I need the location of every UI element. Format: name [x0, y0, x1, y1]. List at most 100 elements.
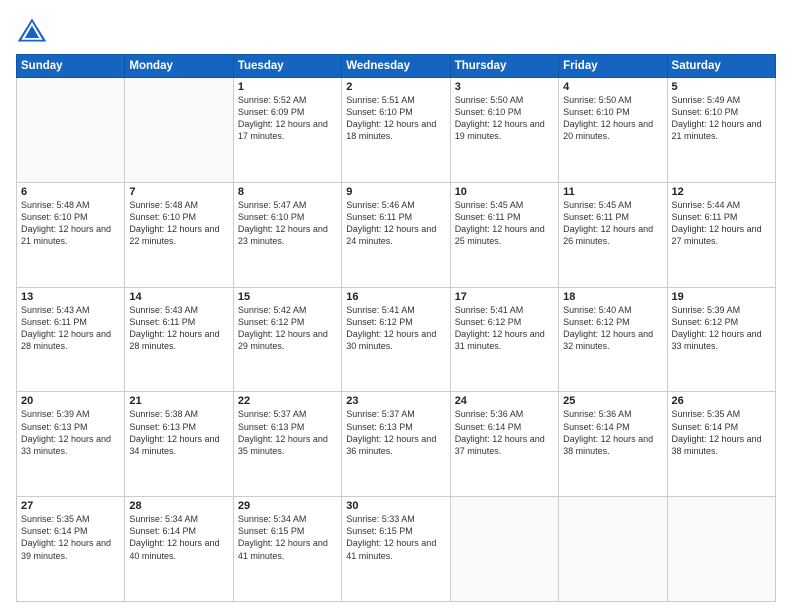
header-cell-friday: Friday	[559, 55, 667, 78]
day-cell: 19Sunrise: 5:39 AM Sunset: 6:12 PM Dayli…	[667, 287, 775, 392]
day-info: Sunrise: 5:34 AM Sunset: 6:14 PM Dayligh…	[129, 513, 228, 562]
day-info: Sunrise: 5:44 AM Sunset: 6:11 PM Dayligh…	[672, 199, 771, 248]
day-info: Sunrise: 5:50 AM Sunset: 6:10 PM Dayligh…	[563, 94, 662, 143]
header-row: SundayMondayTuesdayWednesdayThursdayFrid…	[17, 55, 776, 78]
day-cell	[667, 497, 775, 602]
day-number: 24	[455, 395, 554, 407]
day-cell: 14Sunrise: 5:43 AM Sunset: 6:11 PM Dayli…	[125, 287, 233, 392]
day-cell: 7Sunrise: 5:48 AM Sunset: 6:10 PM Daylig…	[125, 182, 233, 287]
day-cell: 5Sunrise: 5:49 AM Sunset: 6:10 PM Daylig…	[667, 78, 775, 183]
day-info: Sunrise: 5:41 AM Sunset: 6:12 PM Dayligh…	[455, 304, 554, 353]
day-info: Sunrise: 5:35 AM Sunset: 6:14 PM Dayligh…	[672, 408, 771, 457]
day-info: Sunrise: 5:37 AM Sunset: 6:13 PM Dayligh…	[346, 408, 445, 457]
day-cell	[450, 497, 558, 602]
calendar-header: SundayMondayTuesdayWednesdayThursdayFrid…	[17, 55, 776, 78]
day-info: Sunrise: 5:35 AM Sunset: 6:14 PM Dayligh…	[21, 513, 120, 562]
day-info: Sunrise: 5:39 AM Sunset: 6:13 PM Dayligh…	[21, 408, 120, 457]
day-cell: 2Sunrise: 5:51 AM Sunset: 6:10 PM Daylig…	[342, 78, 450, 183]
day-cell: 17Sunrise: 5:41 AM Sunset: 6:12 PM Dayli…	[450, 287, 558, 392]
day-info: Sunrise: 5:49 AM Sunset: 6:10 PM Dayligh…	[672, 94, 771, 143]
day-number: 12	[672, 186, 771, 198]
day-cell: 24Sunrise: 5:36 AM Sunset: 6:14 PM Dayli…	[450, 392, 558, 497]
day-cell: 10Sunrise: 5:45 AM Sunset: 6:11 PM Dayli…	[450, 182, 558, 287]
day-number: 8	[238, 186, 337, 198]
day-number: 6	[21, 186, 120, 198]
day-number: 7	[129, 186, 228, 198]
day-cell: 20Sunrise: 5:39 AM Sunset: 6:13 PM Dayli…	[17, 392, 125, 497]
day-cell: 9Sunrise: 5:46 AM Sunset: 6:11 PM Daylig…	[342, 182, 450, 287]
day-number: 14	[129, 291, 228, 303]
day-cell	[559, 497, 667, 602]
day-number: 27	[21, 500, 120, 512]
week-row-4: 20Sunrise: 5:39 AM Sunset: 6:13 PM Dayli…	[17, 392, 776, 497]
day-info: Sunrise: 5:42 AM Sunset: 6:12 PM Dayligh…	[238, 304, 337, 353]
day-number: 10	[455, 186, 554, 198]
day-info: Sunrise: 5:40 AM Sunset: 6:12 PM Dayligh…	[563, 304, 662, 353]
day-cell: 25Sunrise: 5:36 AM Sunset: 6:14 PM Dayli…	[559, 392, 667, 497]
day-cell: 6Sunrise: 5:48 AM Sunset: 6:10 PM Daylig…	[17, 182, 125, 287]
day-cell: 29Sunrise: 5:34 AM Sunset: 6:15 PM Dayli…	[233, 497, 341, 602]
day-info: Sunrise: 5:50 AM Sunset: 6:10 PM Dayligh…	[455, 94, 554, 143]
week-row-3: 13Sunrise: 5:43 AM Sunset: 6:11 PM Dayli…	[17, 287, 776, 392]
calendar-body: 1Sunrise: 5:52 AM Sunset: 6:09 PM Daylig…	[17, 78, 776, 602]
day-cell: 3Sunrise: 5:50 AM Sunset: 6:10 PM Daylig…	[450, 78, 558, 183]
day-number: 4	[563, 81, 662, 93]
week-row-1: 1Sunrise: 5:52 AM Sunset: 6:09 PM Daylig…	[17, 78, 776, 183]
day-cell: 11Sunrise: 5:45 AM Sunset: 6:11 PM Dayli…	[559, 182, 667, 287]
day-cell: 26Sunrise: 5:35 AM Sunset: 6:14 PM Dayli…	[667, 392, 775, 497]
day-number: 17	[455, 291, 554, 303]
page: SundayMondayTuesdayWednesdayThursdayFrid…	[0, 0, 792, 612]
day-number: 16	[346, 291, 445, 303]
header	[16, 16, 776, 44]
day-info: Sunrise: 5:41 AM Sunset: 6:12 PM Dayligh…	[346, 304, 445, 353]
day-cell: 13Sunrise: 5:43 AM Sunset: 6:11 PM Dayli…	[17, 287, 125, 392]
week-row-2: 6Sunrise: 5:48 AM Sunset: 6:10 PM Daylig…	[17, 182, 776, 287]
header-cell-saturday: Saturday	[667, 55, 775, 78]
day-number: 28	[129, 500, 228, 512]
day-cell: 23Sunrise: 5:37 AM Sunset: 6:13 PM Dayli…	[342, 392, 450, 497]
day-number: 3	[455, 81, 554, 93]
day-info: Sunrise: 5:36 AM Sunset: 6:14 PM Dayligh…	[455, 408, 554, 457]
day-number: 22	[238, 395, 337, 407]
day-number: 20	[21, 395, 120, 407]
day-cell: 21Sunrise: 5:38 AM Sunset: 6:13 PM Dayli…	[125, 392, 233, 497]
day-info: Sunrise: 5:52 AM Sunset: 6:09 PM Dayligh…	[238, 94, 337, 143]
header-cell-monday: Monday	[125, 55, 233, 78]
day-info: Sunrise: 5:43 AM Sunset: 6:11 PM Dayligh…	[129, 304, 228, 353]
day-info: Sunrise: 5:43 AM Sunset: 6:11 PM Dayligh…	[21, 304, 120, 353]
day-number: 2	[346, 81, 445, 93]
day-info: Sunrise: 5:48 AM Sunset: 6:10 PM Dayligh…	[21, 199, 120, 248]
day-number: 9	[346, 186, 445, 198]
day-info: Sunrise: 5:36 AM Sunset: 6:14 PM Dayligh…	[563, 408, 662, 457]
header-cell-wednesday: Wednesday	[342, 55, 450, 78]
header-cell-sunday: Sunday	[17, 55, 125, 78]
day-number: 29	[238, 500, 337, 512]
day-number: 23	[346, 395, 445, 407]
day-cell	[17, 78, 125, 183]
day-info: Sunrise: 5:34 AM Sunset: 6:15 PM Dayligh…	[238, 513, 337, 562]
day-number: 26	[672, 395, 771, 407]
day-number: 15	[238, 291, 337, 303]
logo	[16, 16, 52, 44]
day-info: Sunrise: 5:47 AM Sunset: 6:10 PM Dayligh…	[238, 199, 337, 248]
day-info: Sunrise: 5:45 AM Sunset: 6:11 PM Dayligh…	[455, 199, 554, 248]
day-info: Sunrise: 5:45 AM Sunset: 6:11 PM Dayligh…	[563, 199, 662, 248]
day-cell: 28Sunrise: 5:34 AM Sunset: 6:14 PM Dayli…	[125, 497, 233, 602]
day-cell: 4Sunrise: 5:50 AM Sunset: 6:10 PM Daylig…	[559, 78, 667, 183]
day-info: Sunrise: 5:33 AM Sunset: 6:15 PM Dayligh…	[346, 513, 445, 562]
day-cell: 16Sunrise: 5:41 AM Sunset: 6:12 PM Dayli…	[342, 287, 450, 392]
day-number: 25	[563, 395, 662, 407]
day-cell: 8Sunrise: 5:47 AM Sunset: 6:10 PM Daylig…	[233, 182, 341, 287]
day-number: 21	[129, 395, 228, 407]
day-cell: 12Sunrise: 5:44 AM Sunset: 6:11 PM Dayli…	[667, 182, 775, 287]
day-number: 30	[346, 500, 445, 512]
day-info: Sunrise: 5:38 AM Sunset: 6:13 PM Dayligh…	[129, 408, 228, 457]
day-number: 11	[563, 186, 662, 198]
day-number: 18	[563, 291, 662, 303]
day-cell: 22Sunrise: 5:37 AM Sunset: 6:13 PM Dayli…	[233, 392, 341, 497]
day-cell: 30Sunrise: 5:33 AM Sunset: 6:15 PM Dayli…	[342, 497, 450, 602]
day-number: 5	[672, 81, 771, 93]
day-number: 13	[21, 291, 120, 303]
day-info: Sunrise: 5:37 AM Sunset: 6:13 PM Dayligh…	[238, 408, 337, 457]
day-cell: 1Sunrise: 5:52 AM Sunset: 6:09 PM Daylig…	[233, 78, 341, 183]
